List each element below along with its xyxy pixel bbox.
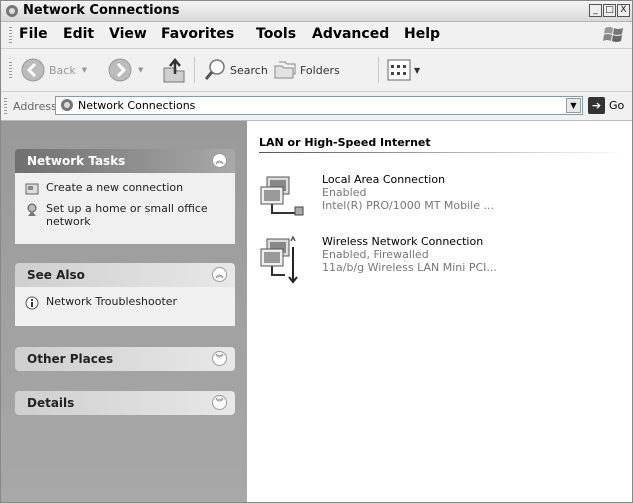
connection-status: Enabled, Firewalled <box>322 248 429 261</box>
info-icon <box>25 296 39 310</box>
address-label: Address <box>13 100 57 113</box>
toolbar-grip[interactable] <box>9 27 12 43</box>
menu-favorites[interactable]: Favorites <box>161 26 234 42</box>
menu-view[interactable]: View <box>109 26 147 42</box>
close-button[interactable]: X <box>617 4 630 17</box>
new-connection-icon <box>25 183 39 195</box>
connection-name: Wireless Network Connection <box>322 235 484 248</box>
network-tasks-title: Network Tasks <box>27 154 126 168</box>
maximize-button[interactable]: □ <box>603 4 616 17</box>
forward-dropdown-icon[interactable]: ▼ <box>138 66 143 74</box>
details-title: Details <box>27 396 75 410</box>
menu-edit[interactable]: Edit <box>63 26 94 42</box>
create-connection-label: Create a new connection <box>46 181 184 194</box>
other-places-header[interactable]: Other Places ︾ <box>15 347 235 371</box>
see-also-panel: See Also ︽ Network Troubleshooter <box>15 263 235 326</box>
menu-bar: File Edit View Favorites Tools Advanced … <box>1 22 632 49</box>
other-places-panel: Other Places ︾ <box>15 347 235 371</box>
details-header[interactable]: Details ︾ <box>15 391 235 415</box>
go-arrow-icon: ➔ <box>588 97 605 114</box>
folders-button[interactable]: Folders <box>273 58 340 82</box>
home-network-label: Set up a home or small office network <box>46 202 208 228</box>
details-panel: Details ︾ <box>15 391 235 415</box>
back-arrow-icon <box>21 58 45 82</box>
address-bar: Address Network Connections ▼ ➔ Go <box>1 92 632 121</box>
network-connections-icon <box>6 5 18 17</box>
see-also-title: See Also <box>27 268 85 282</box>
up-folder-button[interactable] <box>161 56 187 84</box>
menu-advanced[interactable]: Advanced <box>312 26 389 42</box>
network-troubleshooter-label: Network Troubleshooter <box>46 295 178 308</box>
toolbar-separator <box>194 57 195 83</box>
window-title: Network Connections <box>23 3 180 18</box>
views-dropdown-icon[interactable]: ▼ <box>414 66 420 75</box>
home-network-icon <box>27 203 37 216</box>
connection-text: Wireless Network Connection Enabled, Fir… <box>322 235 497 274</box>
search-button[interactable]: Search <box>203 58 268 82</box>
connection-name: Local Area Connection <box>322 173 446 186</box>
windows-logo-icon <box>603 27 623 42</box>
toolbar-grip[interactable] <box>4 98 7 114</box>
connections-list: LAN or High-Speed Internet Local Area Co… <box>247 121 632 502</box>
network-troubleshooter-link[interactable]: Network Troubleshooter <box>25 295 225 310</box>
lan-connection-icon <box>260 176 304 216</box>
connection-status: Enabled <box>322 186 367 199</box>
create-connection-link[interactable]: Create a new connection <box>25 181 225 196</box>
connection-device: 11a/b/g Wireless LAN Mini PCI... <box>322 261 497 274</box>
menu-help[interactable]: Help <box>404 26 440 42</box>
menu-tools[interactable]: Tools <box>256 26 296 42</box>
toolbar-separator <box>378 57 379 83</box>
connection-item[interactable]: Wireless Network Connection Enabled, Fir… <box>259 235 629 295</box>
see-also-body: Network Troubleshooter <box>15 287 235 326</box>
go-label: Go <box>609 99 625 112</box>
toolbar-grip[interactable] <box>9 62 12 78</box>
search-icon <box>204 59 225 80</box>
forward-arrow-icon <box>108 58 132 82</box>
network-tasks-header[interactable]: Network Tasks ︽ <box>15 149 235 173</box>
folders-icon <box>274 61 296 79</box>
back-button[interactable]: Back ▼ <box>21 58 87 82</box>
connection-device: Intel(R) PRO/1000 MT Mobile ... <box>322 199 494 212</box>
collapse-chevron-icon[interactable]: ︽ <box>212 267 227 282</box>
window-controls: _ □ X <box>589 4 630 17</box>
expand-chevron-icon[interactable]: ︾ <box>212 351 227 366</box>
menu-file[interactable]: File <box>19 26 48 42</box>
title-bar[interactable]: Network Connections _ □ X <box>1 1 632 22</box>
group-divider <box>259 152 629 153</box>
home-network-link[interactable]: Set up a home or small office network <box>25 202 225 228</box>
search-label: Search <box>230 63 268 77</box>
connection-text: Local Area Connection Enabled Intel(R) P… <box>322 173 494 212</box>
network-tasks-panel: Network Tasks ︽ Create a new connection … <box>15 149 235 244</box>
address-value: Network Connections <box>78 99 196 112</box>
collapse-chevron-icon[interactable]: ︽ <box>212 153 227 168</box>
expand-chevron-icon[interactable]: ︾ <box>212 395 227 410</box>
address-field[interactable]: Network Connections ▼ <box>55 96 583 115</box>
task-pane: Network Tasks ︽ Create a new connection … <box>1 121 247 502</box>
views-button[interactable]: ▼ <box>387 59 420 81</box>
wireless-connection-icon <box>260 235 298 284</box>
other-places-title: Other Places <box>27 352 114 366</box>
folders-label: Folders <box>300 63 340 77</box>
back-dropdown-icon[interactable]: ▼ <box>82 66 87 74</box>
views-icon <box>387 59 411 81</box>
go-button[interactable]: ➔ Go <box>588 97 624 114</box>
address-dropdown-button[interactable]: ▼ <box>566 98 581 113</box>
forward-button[interactable]: ▼ <box>108 58 143 82</box>
see-also-header[interactable]: See Also ︽ <box>15 263 235 287</box>
minimize-button[interactable]: _ <box>589 4 602 17</box>
back-label: Back <box>49 63 76 77</box>
network-connections-icon <box>61 99 73 111</box>
up-folder-icon <box>163 58 185 83</box>
explorer-window: Network Connections _ □ X File Edit View… <box>0 0 633 503</box>
network-tasks-body: Create a new connection Set up a home or… <box>15 173 235 244</box>
standard-toolbar: Back ▼ ▼ Search Folders ▼ <box>1 49 632 92</box>
connection-item[interactable]: Local Area Connection Enabled Intel(R) P… <box>259 173 629 233</box>
group-header: LAN or High-Speed Internet <box>259 136 431 149</box>
